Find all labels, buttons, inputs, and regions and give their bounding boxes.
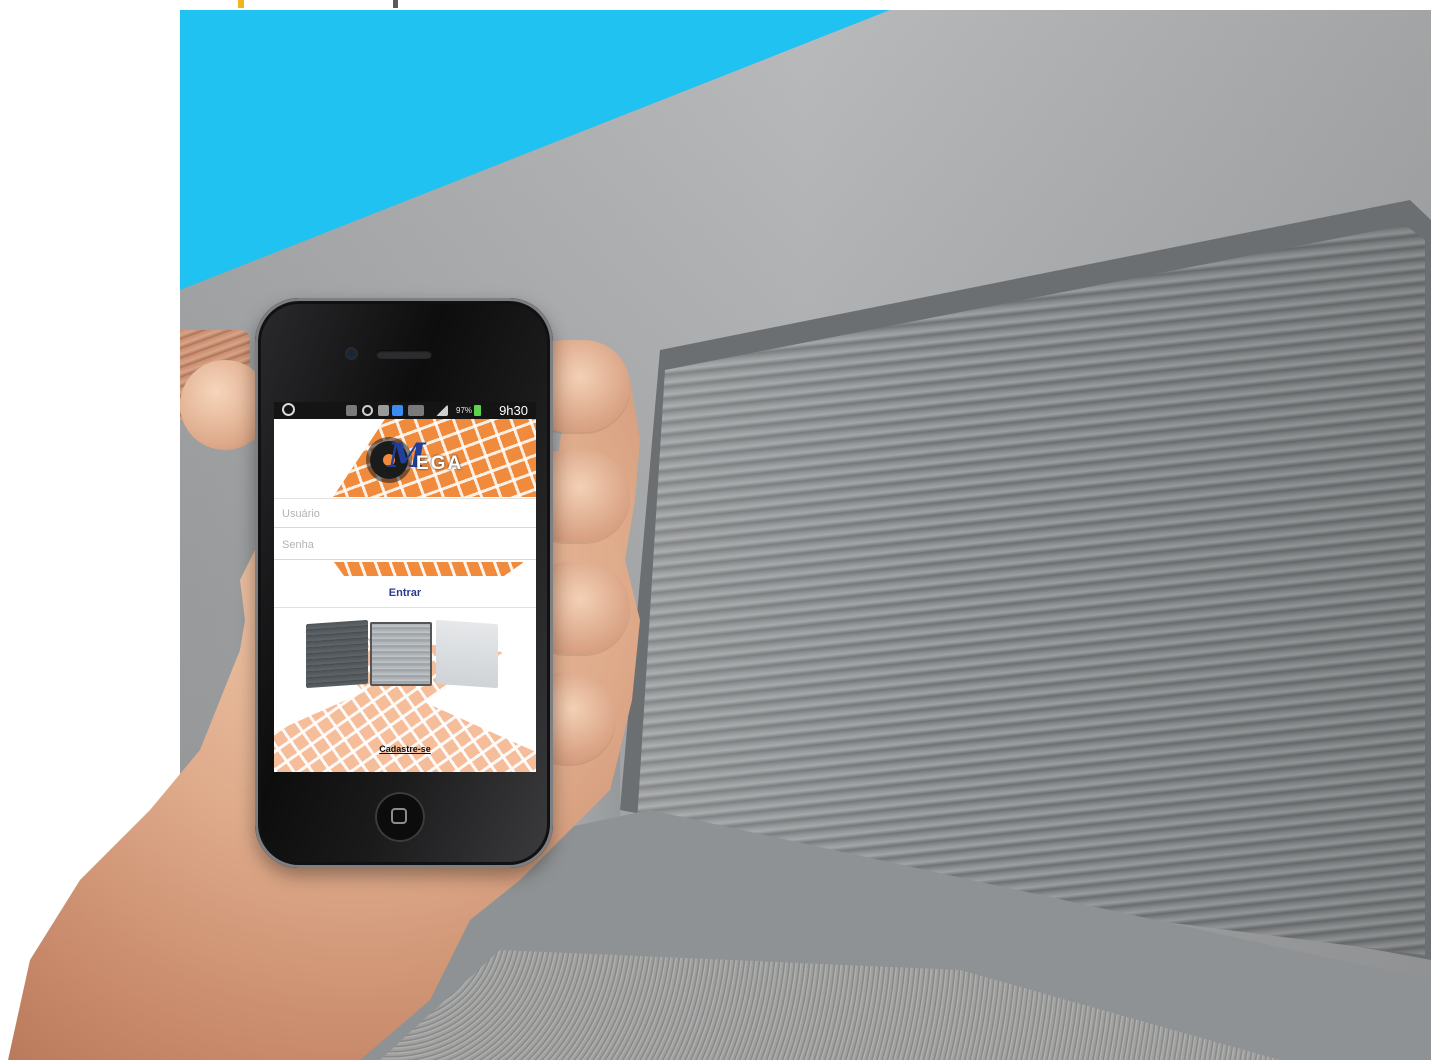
earpiece-speaker [376,350,432,359]
app-screen: 97% 9h30 M EGA Entrar [274,402,536,772]
signal-icon [436,405,448,416]
password-field[interactable] [274,530,536,560]
enter-button[interactable]: Entrar [274,578,536,608]
usb-icon [346,405,357,416]
status-bar: 97% 9h30 [274,402,536,419]
door-image-frame [370,622,432,686]
front-camera [347,349,356,358]
home-button[interactable] [375,792,425,842]
advertisement-scene: 97% 9h30 M EGA Entrar [0,0,1431,1060]
app-banner: M EGA [274,419,536,497]
wifi-icon [378,405,389,416]
bluetooth-icon [392,405,403,416]
garage-doors-image [306,618,502,690]
logo-text: EGA [416,453,464,474]
whatsapp-icon [282,403,295,416]
alarm-icon [362,405,373,416]
door-image-light [436,619,498,689]
password-input[interactable] [282,536,522,554]
mega-logo: M EGA [370,439,510,491]
register-link[interactable]: Cadastre-se [274,744,536,758]
top-mark-gray [393,0,398,8]
home-square-icon [391,808,407,824]
battery-icon [474,405,481,416]
top-marks [180,0,420,10]
status-icons [344,404,474,417]
battery-percent: 97% [456,406,473,415]
data-icon [408,405,424,416]
door-image-dark [306,619,368,689]
top-mark-yellow [238,0,244,8]
username-field[interactable] [274,498,536,528]
username-input[interactable] [282,505,522,523]
mid-tile-pattern [334,562,524,576]
status-time: 9h30 [499,403,528,418]
